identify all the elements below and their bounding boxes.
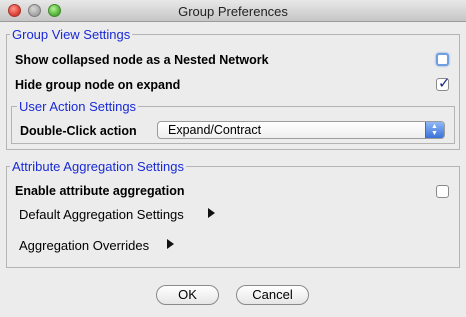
double-click-action-select[interactable]: Expand/Contract ▲ ▼ bbox=[157, 121, 445, 139]
checkmark-icon: ✓ bbox=[438, 75, 451, 92]
user-action-settings-legend: User Action Settings bbox=[17, 99, 139, 114]
title-bar: Group Preferences bbox=[0, 0, 466, 22]
hide-group-node-checkbox[interactable]: ✓ bbox=[436, 75, 451, 92]
attribute-aggregation-legend: Attribute Aggregation Settings bbox=[10, 159, 187, 174]
enable-aggregation-label: Enable attribute aggregation bbox=[15, 184, 185, 198]
double-click-action-value: Expand/Contract bbox=[168, 123, 262, 137]
aggregation-overrides-link[interactable]: Aggregation Overrides bbox=[19, 238, 149, 253]
default-aggregation-settings-link[interactable]: Default Aggregation Settings bbox=[19, 207, 184, 222]
select-stepper-icon: ▲ ▼ bbox=[425, 122, 444, 138]
expand-triangle-icon[interactable] bbox=[167, 239, 174, 249]
enable-aggregation-checkbox[interactable] bbox=[436, 185, 449, 198]
double-click-action-label: Double-Click action bbox=[20, 124, 137, 138]
cancel-button[interactable]: Cancel bbox=[236, 285, 309, 305]
group-view-settings-legend: Group View Settings bbox=[10, 27, 133, 42]
nested-network-label: Show collapsed node as a Nested Network bbox=[15, 53, 269, 67]
window-title: Group Preferences bbox=[178, 4, 288, 19]
nested-network-checkbox[interactable] bbox=[436, 53, 449, 66]
expand-triangle-icon[interactable] bbox=[208, 208, 215, 218]
hide-group-node-label: Hide group node on expand bbox=[15, 78, 181, 92]
select-up-icon: ▲ bbox=[431, 123, 438, 130]
ok-button[interactable]: OK bbox=[156, 285, 219, 305]
select-down-icon: ▼ bbox=[431, 130, 438, 137]
